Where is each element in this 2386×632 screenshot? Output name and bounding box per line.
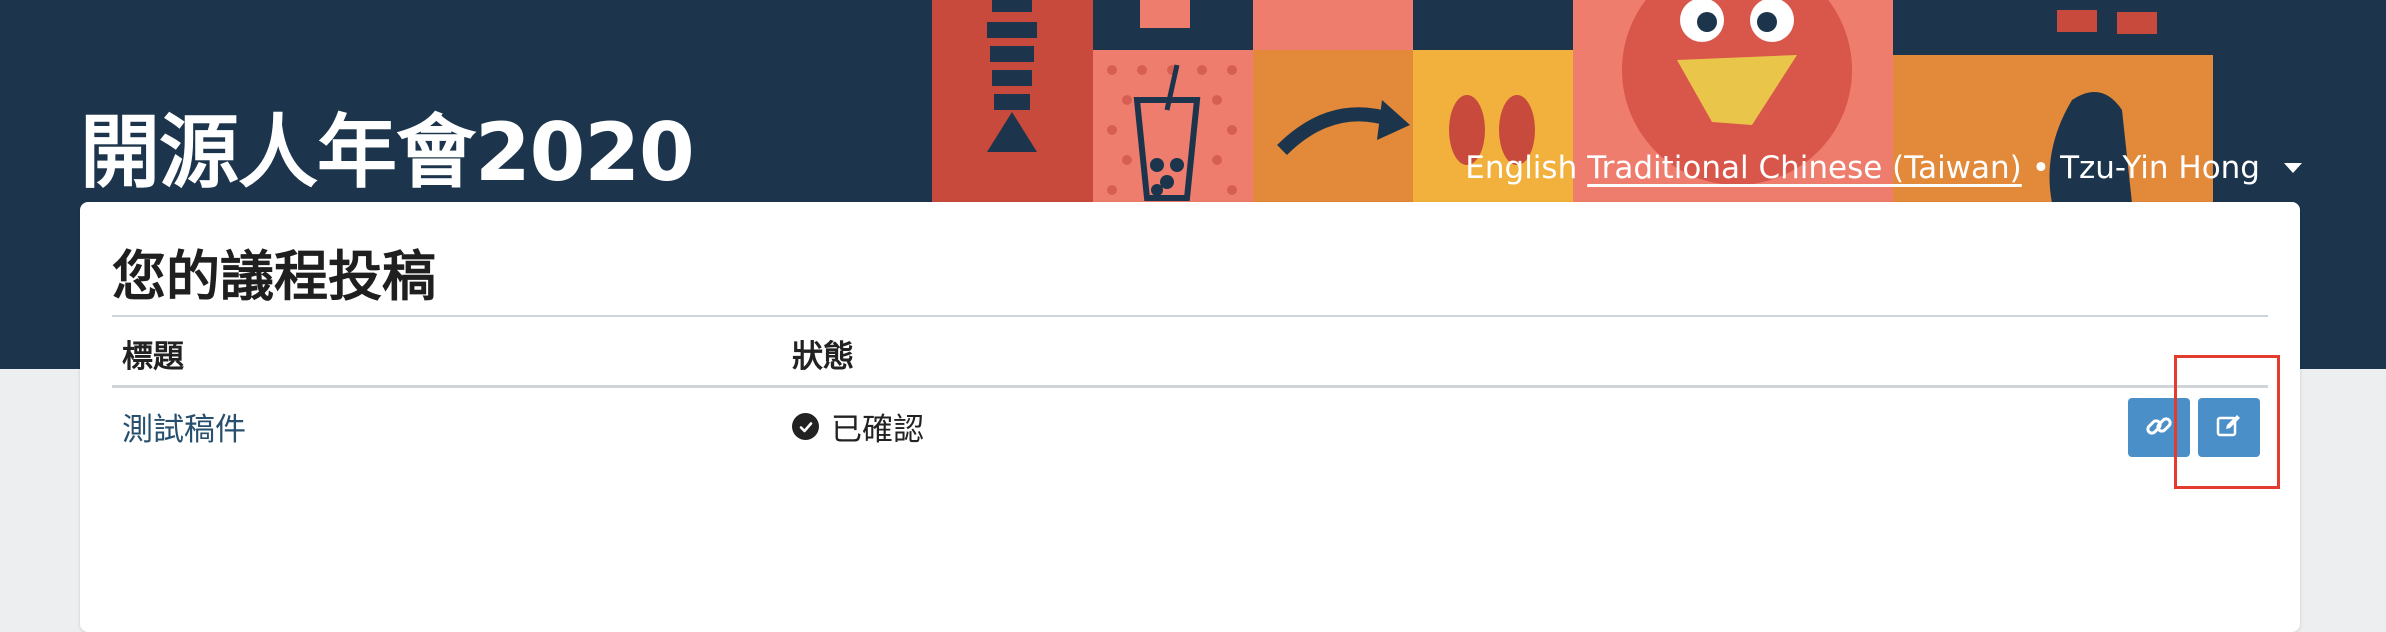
- language-current-link[interactable]: Traditional Chinese (Taiwan): [1587, 150, 2022, 186]
- conference-title: 開源人年會2020: [80, 106, 695, 199]
- user-name: Tzu-Yin Hong: [2060, 150, 2260, 186]
- table-header: 標題 狀態: [112, 315, 2268, 388]
- highlight-annotation-box: [2174, 355, 2280, 489]
- proposals-table: 標題 狀態 測試稿件 已確認: [112, 315, 2268, 468]
- column-header-status: 狀態: [792, 339, 854, 375]
- user-menu[interactable]: Tzu-Yin Hong: [2060, 150, 2302, 186]
- caret-down-icon: [2284, 163, 2302, 173]
- proposal-title-link[interactable]: 測試稿件: [122, 404, 246, 449]
- table-row: 測試稿件 已確認: [112, 388, 2268, 468]
- status-text: 已確認: [831, 412, 924, 448]
- link-icon: [2145, 412, 2173, 443]
- nav-separator: •: [2031, 150, 2051, 186]
- proposal-status: 已確認: [792, 404, 924, 449]
- check-circle-icon: [792, 413, 819, 440]
- language-english-link[interactable]: English: [1465, 150, 1577, 186]
- card-title: 您的議程投稿: [112, 245, 436, 308]
- column-header-title: 標題: [122, 339, 184, 375]
- top-nav: English Traditional Chinese (Taiwan) • T…: [1465, 150, 2302, 186]
- proposals-card: 您的議程投稿 標題 狀態 測試稿件 已確認: [80, 202, 2300, 632]
